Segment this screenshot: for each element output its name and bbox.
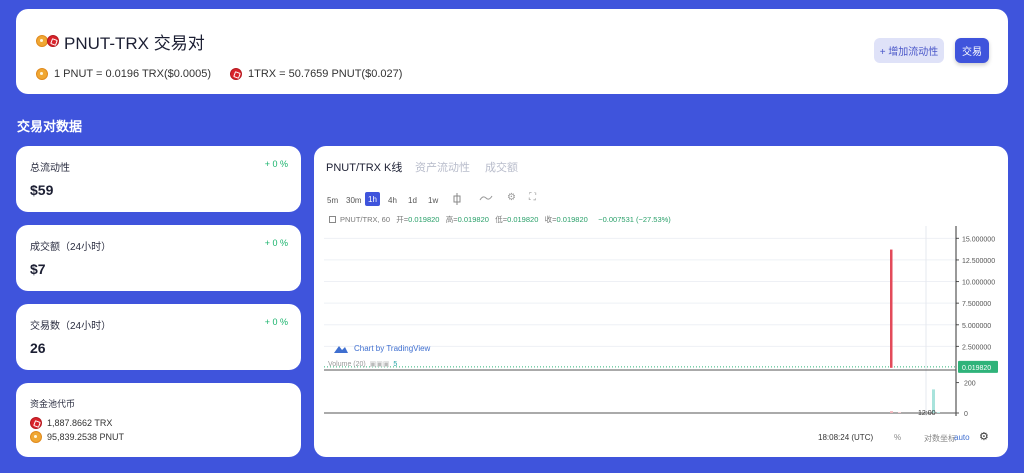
price-chart[interactable]: 15.000000 12.500000 10.000000 7.500000 5.000… <box>324 226 1000 416</box>
timeframe-30m[interactable]: 30m <box>346 196 362 205</box>
price-tick-label: 15.000000 <box>962 236 995 243</box>
ohlc-symbol: PNUT/TRX, 60 <box>340 215 391 224</box>
liquidity-value: $59 <box>30 182 54 198</box>
ohlc-change: −0.007531 (−27.53%) <box>598 215 671 224</box>
tx-count-value: 26 <box>30 340 46 356</box>
volume-change: + 0 % <box>264 238 288 248</box>
volume-tick-label: 200 <box>964 381 976 388</box>
fullscreen-icon[interactable]: ⛶ <box>529 192 536 203</box>
auto-scale-toggle[interactable]: auto <box>954 433 970 442</box>
pair-token-icons <box>34 33 62 49</box>
watermark-text: Chart by TradingView <box>354 344 431 353</box>
ohlc-high: 0.019820 <box>457 215 489 224</box>
volume-bar <box>937 412 940 413</box>
pnut-token-icon <box>36 68 48 80</box>
pnut-rate-text: 1 PNUT = 0.0196 TRX($0.0005) <box>54 68 212 80</box>
add-liquidity-button[interactable]: + 增加流动性 <box>874 38 944 63</box>
tab-volume[interactable]: 成交额 <box>485 159 518 175</box>
timeframe-4h[interactable]: 4h <box>388 196 397 205</box>
pool-trx-row: 1,887.8662 TRX <box>30 417 112 429</box>
pool-tokens-label: 资金池代币 <box>30 399 76 409</box>
candle-style-icon[interactable] <box>453 193 461 208</box>
pool-trx-amount: 1,887.8662 TRX <box>47 418 113 428</box>
chart-clock: 18:08:24 (UTC) <box>818 433 874 442</box>
time-tick-label: 12:00 <box>918 410 936 416</box>
trx-token-icon <box>230 68 242 80</box>
trx-rate: 1TRX = 50.7659 PNUT($0.027) <box>230 68 402 80</box>
ohlc-close-label: 收 <box>544 215 553 224</box>
collapse-legend-icon[interactable] <box>329 216 336 223</box>
tx-count-label: 交易数（24小时） <box>30 321 112 332</box>
trx-token-icon <box>30 417 42 429</box>
price-tick-label: 5.000000 <box>962 323 991 330</box>
liquidity-change: + 0 % <box>264 159 288 169</box>
chart-settings-gear-icon[interactable]: ⚙ <box>979 430 989 443</box>
tab-kline[interactable]: PNUT/TRX K线 <box>326 159 402 175</box>
price-tick-label: 12.500000 <box>962 258 995 265</box>
settings-gear-icon[interactable]: ⚙ <box>507 192 516 203</box>
volume-bar <box>898 412 901 413</box>
tradingview-watermark[interactable]: Chart by TradingView <box>334 344 430 353</box>
ohlc-legend: PNUT/TRX, 60 开=0.019820 高=0.019820 低=0.0… <box>329 214 671 225</box>
pnut-rate: 1 PNUT = 0.0196 TRX($0.0005) <box>36 68 211 80</box>
timeframe-1d[interactable]: 1d <box>408 196 417 205</box>
volume-bar <box>890 411 893 413</box>
trade-button[interactable]: 交易 <box>955 38 989 63</box>
section-title: 交易对数据 <box>17 119 83 134</box>
volume-legend-controls-icon[interactable]: ▣▣▣ <box>370 361 390 368</box>
ohlc-low-label: 低 <box>495 215 503 224</box>
volume-card: 成交额（24小时） + 0 % $7 <box>16 225 301 291</box>
volume-label: 成交额（24小时） <box>30 242 112 253</box>
pool-pnut-row: 95,839.2538 PNUT <box>30 431 124 443</box>
tx-count-card: 交易数（24小时） + 0 % 26 <box>16 304 301 370</box>
liquidity-card: 总流动性 + 0 % $59 <box>16 146 301 212</box>
volume-legend-value: 5 <box>393 361 398 368</box>
tx-count-change: + 0 % <box>264 317 288 327</box>
pnut-token-icon <box>30 431 42 443</box>
ohlc-high-label: 高 <box>445 215 454 224</box>
trx-token-icon <box>47 35 59 47</box>
pool-pnut-amount: 95,839.2538 PNUT <box>47 432 125 442</box>
indicator-icon[interactable] <box>479 193 493 206</box>
ohlc-open-label: 开 <box>396 215 404 224</box>
price-tick-label: 2.500000 <box>962 344 991 351</box>
timeframe-1w[interactable]: 1w <box>428 196 438 205</box>
tradingview-logo-icon <box>334 345 348 353</box>
spike-candle <box>890 249 893 368</box>
pair-header-card: PNUT-TRX 交易对 1 PNUT = 0.0196 TRX($0.0005… <box>16 9 1008 94</box>
ohlc-low: 0.019820 <box>507 215 539 224</box>
chart-card: PNUT/TRX K线 资产流动性 成交额 5m 30m 1h 4h 1d 1w… <box>314 146 1008 457</box>
volume-tick-label: 0 <box>964 411 968 416</box>
ohlc-open: 0.019820 <box>408 215 440 224</box>
volume-legend-label: Volume (20) <box>328 361 366 368</box>
volume-value: $7 <box>30 261 46 277</box>
percent-scale-toggle[interactable]: % <box>894 433 901 442</box>
ohlc-close: 0.019820 <box>556 215 588 224</box>
price-tick-label: 7.500000 <box>962 301 991 308</box>
log-scale-toggle[interactable]: 对数坐标 <box>924 433 956 444</box>
last-price-label: 0.019820 <box>962 365 991 372</box>
timeframe-5m[interactable]: 5m <box>327 196 338 205</box>
price-tick-label: 10.000000 <box>962 280 995 287</box>
timeframe-1h[interactable]: 1h <box>365 192 380 206</box>
tab-liquidity[interactable]: 资产流动性 <box>415 159 470 175</box>
volume-legend: Volume (20) ▣▣▣ 5 <box>328 360 397 368</box>
liquidity-label: 总流动性 <box>30 163 70 174</box>
pool-tokens-card: 资金池代币 1,887.8662 TRX 95,839.2538 PNUT <box>16 383 301 457</box>
pair-title: PNUT-TRX 交易对 <box>64 34 205 53</box>
trx-rate-text: 1TRX = 50.7659 PNUT($0.027) <box>248 68 403 80</box>
